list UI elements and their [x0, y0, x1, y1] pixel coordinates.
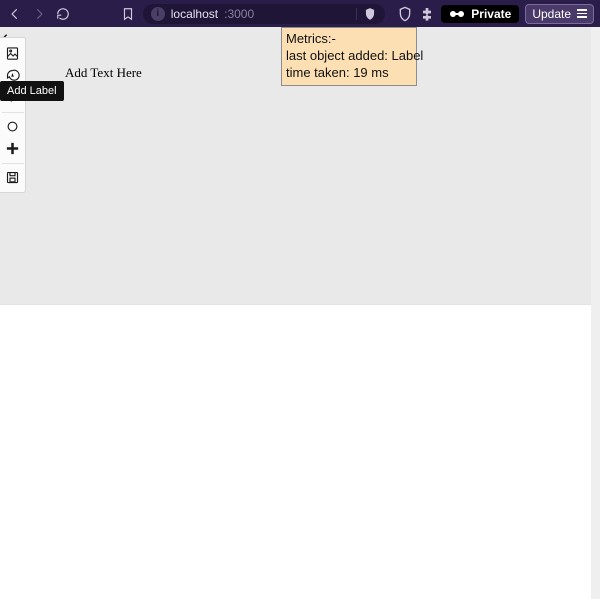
- update-button[interactable]: Update: [525, 4, 594, 24]
- private-indicator: Private: [441, 5, 519, 23]
- addr-divider: [356, 8, 357, 20]
- circle-tool[interactable]: [2, 112, 24, 136]
- menu-icon: [577, 9, 587, 18]
- app-canvas-area[interactable]: Add Label Add Text Here Metrics:- last o…: [0, 27, 600, 305]
- brave-shields-icon[interactable]: [363, 7, 377, 24]
- vertical-scrollbar[interactable]: [591, 27, 600, 599]
- reload-button[interactable]: [54, 4, 72, 24]
- add-image-tool[interactable]: [2, 43, 24, 63]
- update-label: Update: [532, 7, 571, 21]
- back-button[interactable]: [6, 4, 24, 24]
- glasses-icon: [449, 9, 465, 19]
- metrics-panel: Metrics:- last object added: Label time …: [281, 27, 417, 86]
- url-port: :3000: [224, 7, 254, 21]
- metrics-last-object: last object added: Label: [286, 47, 412, 64]
- forward-button[interactable]: [30, 4, 48, 24]
- page-below-canvas: [0, 305, 600, 599]
- metrics-heading: Metrics:-: [286, 30, 412, 47]
- vertical-toolbar: [0, 37, 26, 193]
- tooltip-text: Add Label: [7, 85, 57, 97]
- private-label: Private: [471, 7, 511, 21]
- address-bar[interactable]: i localhost :3000: [143, 4, 385, 24]
- metrics-time: time taken: 19 ms: [286, 64, 412, 81]
- bookmark-button[interactable]: [119, 4, 137, 24]
- save-tool[interactable]: [2, 163, 24, 187]
- shield-ext-icon[interactable]: [397, 6, 413, 22]
- site-info-icon[interactable]: i: [151, 7, 165, 21]
- browser-toolbar: i localhost :3000 Private Update: [0, 0, 600, 27]
- cross-tool[interactable]: [2, 138, 24, 158]
- tool-tooltip: Add Label: [0, 81, 64, 101]
- url-host: localhost: [171, 7, 218, 21]
- extensions-icon[interactable]: [419, 6, 435, 22]
- canvas-text-label[interactable]: Add Text Here: [65, 65, 142, 81]
